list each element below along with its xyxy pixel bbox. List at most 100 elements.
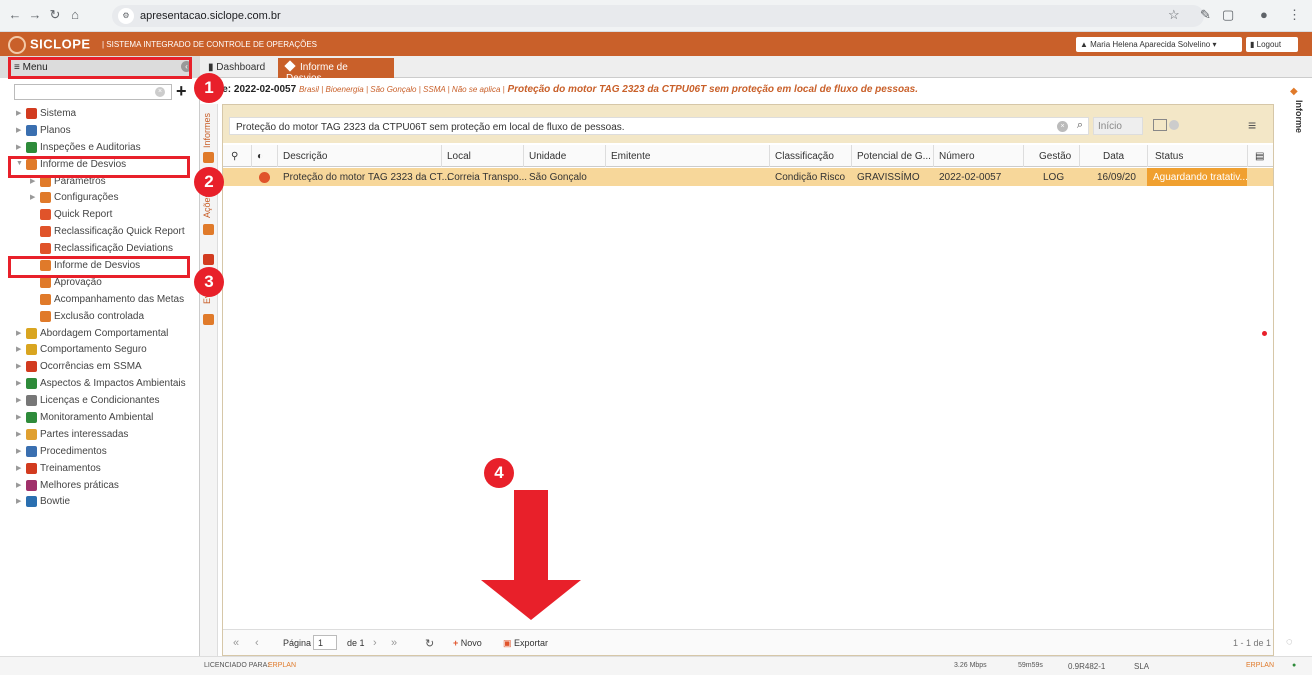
informe-icon[interactable] bbox=[203, 152, 214, 163]
filter-bar: Proteção do motor TAG 2323 da CTPU06T se… bbox=[223, 105, 1273, 143]
expand-arrow-icon[interactable]: ▶ bbox=[16, 329, 21, 337]
col-status[interactable]: Status bbox=[1155, 151, 1183, 162]
site-info-icon[interactable]: ⚙ bbox=[118, 8, 134, 24]
next-page-icon[interactable]: › bbox=[373, 637, 377, 649]
expand-arrow-icon[interactable]: ▶ bbox=[16, 396, 21, 404]
alert-icon[interactable] bbox=[203, 254, 214, 265]
browser-menu-icon[interactable]: ⋮ bbox=[1288, 7, 1301, 23]
flag-icon[interactable]: ◐ bbox=[257, 151, 263, 162]
prev-page-icon[interactable]: ‹ bbox=[255, 637, 259, 649]
email-icon[interactable] bbox=[203, 224, 214, 235]
sidebar-item[interactable]: Exclusão controlada bbox=[0, 309, 200, 326]
menu-search-input[interactable]: × bbox=[14, 84, 172, 100]
cell-potencial: GRAVISSÍMO bbox=[857, 172, 920, 183]
sidebar-item[interactable]: ▶ Bowtie bbox=[0, 494, 200, 511]
step-badge-2: 2 bbox=[194, 167, 224, 197]
sidebar-item[interactable]: ▶ Configurações bbox=[0, 190, 200, 207]
col-numero[interactable]: Número bbox=[939, 151, 975, 162]
clear-search-icon[interactable]: × bbox=[1057, 121, 1068, 132]
sidebar-item[interactable]: ▶ Treinamentos bbox=[0, 461, 200, 478]
sidebar-item[interactable]: Reclassificação Quick Report bbox=[0, 224, 200, 241]
expand-arrow-icon[interactable]: ▶ bbox=[16, 430, 21, 438]
sidebar-item[interactable]: ▶ Licenças e Condicionantes bbox=[0, 393, 200, 410]
col-descricao[interactable]: Descrição bbox=[283, 151, 327, 162]
expand-icon[interactable]: ◌ bbox=[1286, 636, 1293, 648]
expand-arrow-icon[interactable]: ▶ bbox=[16, 126, 21, 134]
search-input[interactable]: Proteção do motor TAG 2323 da CTPU06T se… bbox=[229, 117, 1089, 135]
sidebar-item[interactable]: ▶ Inspeções e Auditorias bbox=[0, 140, 200, 157]
expand-arrow-icon[interactable]: ▶ bbox=[16, 464, 21, 472]
columns-menu-icon[interactable]: ≡ bbox=[1248, 117, 1256, 133]
bookmark-star-icon[interactable]: ☆ bbox=[1168, 7, 1180, 23]
first-page-icon[interactable]: « bbox=[233, 637, 239, 649]
sidebar-item[interactable]: ▶ Partes interessadas bbox=[0, 427, 200, 444]
expand-arrow-icon[interactable]: ▶ bbox=[16, 143, 21, 151]
add-icon[interactable]: + bbox=[176, 81, 187, 102]
extension-icon[interactable]: ✎ bbox=[1200, 7, 1211, 23]
expand-arrow-icon[interactable]: ▶ bbox=[16, 362, 21, 370]
sidebar-item[interactable]: ▶ Ocorrências em SSMA bbox=[0, 359, 200, 376]
sidebar-item[interactable]: Quick Report bbox=[0, 207, 200, 224]
clipboard-icon[interactable]: ▤ bbox=[1255, 151, 1264, 162]
sidebar-item[interactable]: Acompanhamento das Metas bbox=[0, 292, 200, 309]
notification-dot bbox=[1262, 331, 1267, 336]
expand-arrow-icon[interactable]: ▶ bbox=[16, 481, 21, 489]
table-row[interactable]: Proteção do motor TAG 2323 da CT... Corr… bbox=[223, 168, 1273, 186]
expand-arrow-icon[interactable]: ▶ bbox=[16, 109, 21, 117]
forward-icon[interactable]: → bbox=[26, 7, 44, 22]
reload-icon[interactable]: ↻ bbox=[46, 7, 64, 23]
sidebar-item[interactable]: ▶ Monitoramento Ambiental bbox=[0, 410, 200, 427]
sidebar-item[interactable]: ▶ Aspectos & Impactos Ambientais bbox=[0, 376, 200, 393]
menu-item-icon bbox=[26, 327, 37, 339]
profile-avatar[interactable]: ● bbox=[1260, 7, 1268, 22]
sidebar-item-label: Aprovação bbox=[54, 276, 102, 288]
expand-arrow-icon[interactable]: ▶ bbox=[16, 345, 21, 353]
logout-button[interactable]: ▮ Logout bbox=[1246, 37, 1298, 52]
col-classificacao[interactable]: Classificação bbox=[775, 151, 834, 162]
sidebar-item[interactable]: ▶ Abordagem Comportamental bbox=[0, 326, 200, 343]
expand-arrow-icon[interactable]: ▶ bbox=[16, 413, 21, 421]
address-bar[interactable]: ⚙ apresentacao.siclope.com.br bbox=[112, 5, 1204, 27]
informes-vertical-tab[interactable]: Informes bbox=[202, 113, 212, 148]
back-icon[interactable]: ← bbox=[6, 7, 24, 22]
col-gestao[interactable]: Gestão bbox=[1039, 151, 1071, 162]
attachment-icon[interactable] bbox=[203, 314, 214, 325]
col-potencial[interactable]: Potencial de G... bbox=[857, 151, 931, 162]
last-page-icon[interactable]: » bbox=[391, 637, 397, 649]
informe-diamond-icon: ◆ bbox=[1290, 86, 1298, 97]
sla-dropdown[interactable]: SLA bbox=[1134, 662, 1149, 671]
tab-informe-de-desvios[interactable]: Informe de Desvios bbox=[278, 58, 394, 84]
sidebar-item-label: Aspectos & Impactos Ambientais bbox=[40, 378, 186, 390]
tab-search-icon[interactable]: ▢ bbox=[1222, 7, 1234, 23]
start-date-input[interactable]: Início bbox=[1093, 117, 1143, 135]
export-button[interactable]: ▣ Exportar bbox=[503, 638, 548, 649]
col-local[interactable]: Local bbox=[447, 151, 471, 162]
expand-arrow-icon[interactable]: ▶ bbox=[16, 379, 21, 387]
clear-view-icon[interactable] bbox=[1169, 120, 1179, 130]
refresh-icon[interactable]: ↻ bbox=[425, 637, 434, 650]
sidebar-item[interactable]: ▶ Melhores práticas bbox=[0, 478, 200, 495]
grid-view-icon[interactable] bbox=[1153, 119, 1167, 131]
search-icon[interactable]: ⌕ bbox=[1077, 119, 1083, 132]
expand-arrow-icon[interactable]: ▶ bbox=[16, 497, 21, 505]
menu-item-icon bbox=[26, 445, 37, 457]
sidebar-item-label: Treinamentos bbox=[40, 462, 101, 474]
sidebar-item[interactable]: ▶ Comportamento Seguro bbox=[0, 342, 200, 359]
expand-arrow-icon[interactable]: ▶ bbox=[16, 447, 21, 455]
col-data[interactable]: Data bbox=[1103, 151, 1124, 162]
new-button[interactable]: + Novo bbox=[453, 638, 482, 648]
informe-side-tab[interactable]: Informe bbox=[1294, 100, 1304, 133]
right-panel-strip[interactable]: ◆ Informe bbox=[1280, 78, 1312, 656]
user-dropdown[interactable]: ▲ Maria Helena Aparecida Solvelino ▾ bbox=[1076, 37, 1242, 52]
expand-arrow-icon[interactable]: ▶ bbox=[30, 193, 35, 201]
col-emitente[interactable]: Emitente bbox=[611, 151, 650, 162]
home-icon[interactable]: ⌂ bbox=[66, 7, 84, 22]
sidebar-item-label: Monitoramento Ambiental bbox=[40, 412, 154, 424]
clear-icon[interactable]: × bbox=[155, 87, 165, 97]
sidebar-item[interactable]: ▶ Procedimentos bbox=[0, 444, 200, 461]
page-input[interactable]: 1 bbox=[313, 635, 337, 650]
col-unidade[interactable]: Unidade bbox=[529, 151, 566, 162]
sidebar-item[interactable]: ▶ Planos bbox=[0, 123, 200, 140]
sidebar-item[interactable]: ▶ Sistema bbox=[0, 106, 200, 123]
filter-icon[interactable]: ⚲ bbox=[231, 151, 238, 162]
